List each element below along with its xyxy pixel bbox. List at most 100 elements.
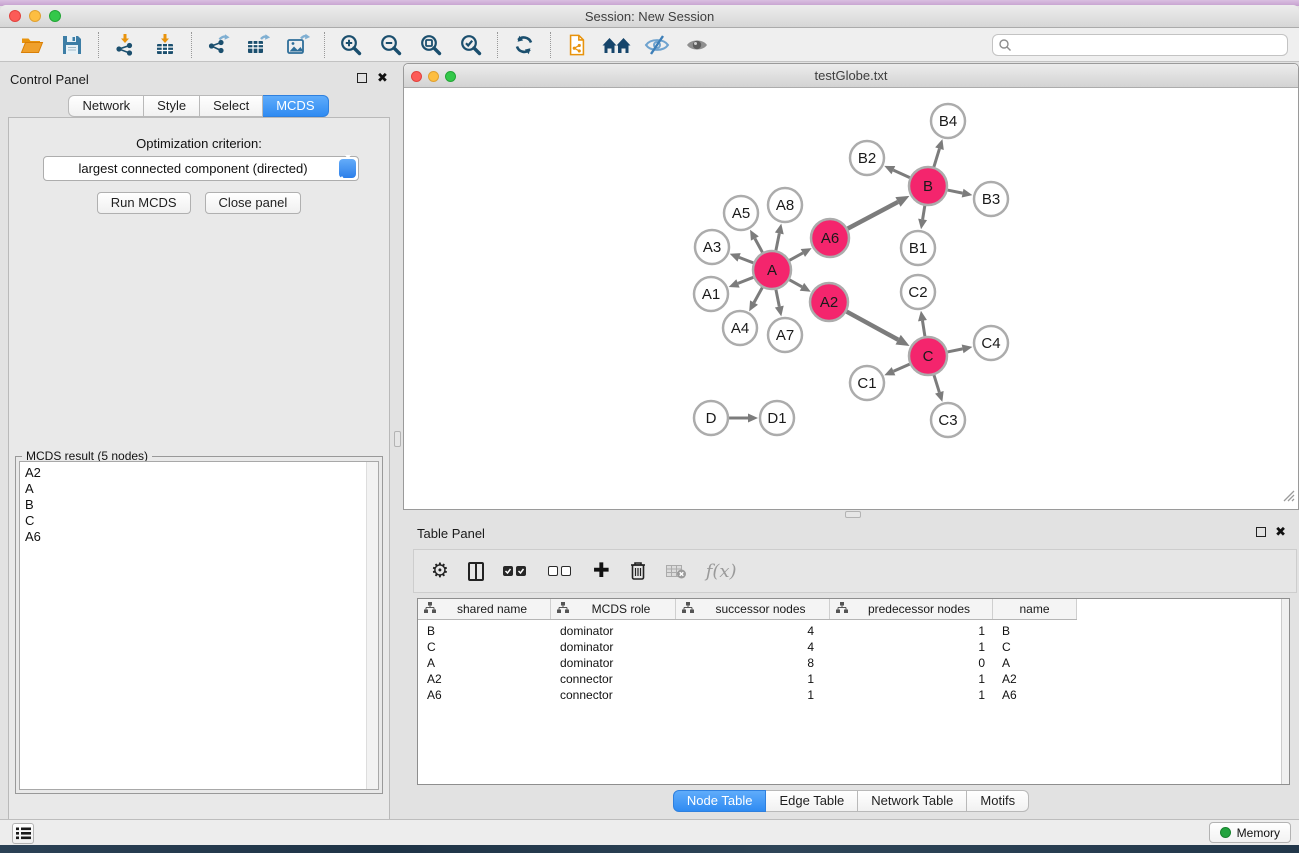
save-session-icon[interactable] [52,30,92,60]
tab-select[interactable]: Select [200,95,263,117]
cell-name[interactable]: A [993,656,1077,670]
add-row-icon[interactable]: ✚ [593,561,610,581]
zoom-fit-icon[interactable] [411,30,451,60]
cell-successor-nodes[interactable]: 4 [676,640,830,654]
run-mcds-button[interactable]: Run MCDS [97,192,191,214]
cell-name[interactable]: A6 [993,688,1077,702]
graph-node-D[interactable]: D [694,401,728,435]
refresh-icon[interactable] [504,30,544,60]
cell-shared-name[interactable]: A [418,656,551,670]
graph-edge-B-B1[interactable] [918,206,927,229]
graph-node-A1[interactable]: A1 [694,277,728,311]
search-box[interactable] [992,34,1288,56]
graph-node-A[interactable]: A [753,251,791,289]
cell-predecessor-nodes[interactable]: 1 [830,672,993,686]
graph-node-D1[interactable]: D1 [760,401,794,435]
tab-motifs[interactable]: Motifs [967,790,1029,812]
graph-edge-A6-B[interactable] [848,196,910,229]
tab-network-table[interactable]: Network Table [858,790,967,812]
table-row-c[interactable]: Cdominator41C [418,639,1289,655]
graph-edge-B-B2[interactable] [884,166,910,178]
cell-shared-name[interactable]: A2 [418,672,551,686]
zoom-selected-icon[interactable] [451,30,491,60]
tab-mcds[interactable]: MCDS [263,95,328,117]
graph-edge-B-B4[interactable] [934,139,944,167]
cell-predecessor-nodes[interactable]: 1 [830,640,993,654]
network-canvas[interactable]: AA1A2A3A4A5A6A7A8BB1B2B3B4CC1C2C3C4DD1 [405,89,1297,509]
cell-name[interactable]: A2 [993,672,1077,686]
task-history-button[interactable] [12,823,34,844]
cell-predecessor-nodes[interactable]: 0 [830,656,993,670]
result-item-a6[interactable]: A6 [20,529,378,545]
graph-node-C2[interactable]: C2 [901,275,935,309]
column-header-mcds-role[interactable]: MCDS role [551,599,676,619]
graph-edge-A-A8[interactable] [775,224,784,251]
column-header-name[interactable]: name [993,599,1077,619]
export-network-icon[interactable] [198,30,238,60]
cell-mcds-role[interactable]: connector [551,688,676,702]
close-table-panel-icon[interactable]: ✖ [1275,527,1286,537]
cell-successor-nodes[interactable]: 4 [676,624,830,638]
graph-node-B2[interactable]: B2 [850,141,884,175]
column-header-shared-name[interactable]: shared name [418,599,551,619]
table-scrollbar[interactable] [1281,599,1289,784]
graph-edge-A-A6[interactable] [790,248,812,260]
table-columns-icon[interactable] [468,562,484,581]
result-item-c[interactable]: C [20,513,378,529]
graph-edge-A2-C[interactable] [847,312,910,346]
criterion-dropdown[interactable]: largest connected component (directed) [43,156,359,181]
graph-edge-C-C3[interactable] [934,375,944,402]
export-table-icon[interactable] [238,30,278,60]
function-builder-icon[interactable]: f(x) [706,561,737,582]
table-row-b[interactable]: Bdominator41B [418,623,1289,639]
open-session-icon[interactable] [12,30,52,60]
cell-name[interactable]: B [993,624,1077,638]
divider-grip-horizontal[interactable] [845,511,861,518]
import-network-icon[interactable] [105,30,145,60]
graph-node-B3[interactable]: B3 [974,182,1008,216]
graph-edge-C-C1[interactable] [884,364,909,375]
import-table-icon[interactable] [145,30,185,60]
share-document-icon[interactable] [557,30,597,60]
result-item-a2[interactable]: A2 [20,462,378,481]
show-details-eye-icon[interactable] [677,30,717,60]
float-table-panel-icon[interactable] [1256,527,1266,537]
graph-node-C[interactable]: C [909,337,947,375]
graph-edge-A-A5[interactable] [750,230,762,253]
tab-node-table[interactable]: Node Table [673,790,767,812]
delete-row-trash-icon[interactable] [629,561,647,581]
graph-node-A8[interactable]: A8 [768,188,802,222]
zoom-network-window-button[interactable] [445,71,456,82]
cell-mcds-role[interactable]: dominator [551,656,676,670]
result-item-b[interactable]: B [20,497,378,513]
close-window-button[interactable] [9,10,21,22]
result-item-a[interactable]: A [20,481,378,497]
tab-style[interactable]: Style [144,95,200,117]
table-row-a6[interactable]: A6connector11A6 [418,687,1289,703]
graph-edge-A-A3[interactable] [730,253,754,263]
table-row-a2[interactable]: A2connector11A2 [418,671,1289,687]
graph-edge-B-B3[interactable] [948,189,973,198]
close-network-window-button[interactable] [411,71,422,82]
graph-edge-A-A1[interactable] [729,277,754,287]
graph-edge-C-C2[interactable] [918,311,927,336]
search-input[interactable] [1012,36,1287,54]
result-scrollbar[interactable] [366,462,378,789]
tab-network[interactable]: Network [68,95,144,117]
zoom-out-icon[interactable] [371,30,411,60]
cell-mcds-role[interactable]: dominator [551,624,676,638]
cell-predecessor-nodes[interactable]: 1 [830,688,993,702]
graph-edge-D-D1[interactable] [729,414,758,423]
column-header-successor-nodes[interactable]: successor nodes [676,599,830,619]
column-header-predecessor-nodes[interactable]: predecessor nodes [830,599,993,619]
cell-mcds-role[interactable]: dominator [551,640,676,654]
graph-node-A6[interactable]: A6 [811,219,849,257]
graph-node-B4[interactable]: B4 [931,104,965,138]
table-settings-gear-icon[interactable]: ⚙ [431,561,449,581]
graph-node-A3[interactable]: A3 [695,230,729,264]
cell-shared-name[interactable]: B [418,624,551,638]
close-panel-icon[interactable]: ✖ [377,73,388,83]
cell-shared-name[interactable]: A6 [418,688,551,702]
cell-mcds-role[interactable]: connector [551,672,676,686]
graph-node-C4[interactable]: C4 [974,326,1008,360]
